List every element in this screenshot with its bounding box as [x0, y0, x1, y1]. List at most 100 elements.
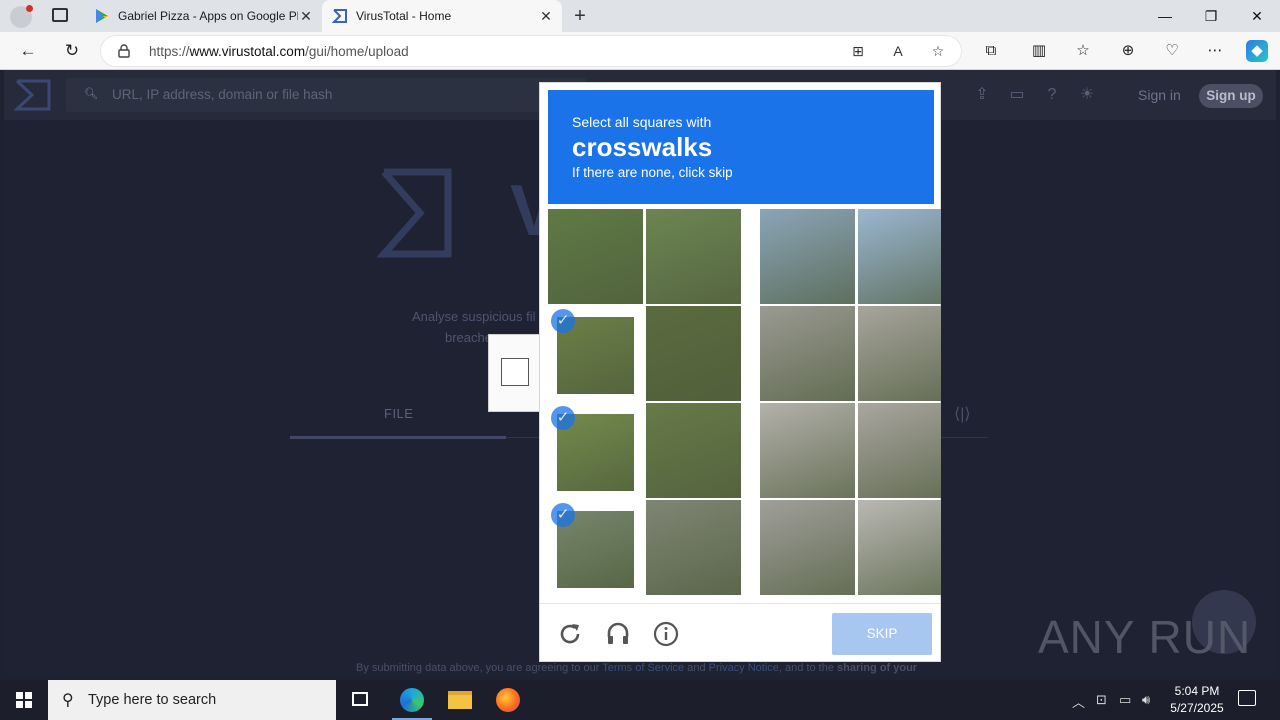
captcha-tile[interactable]: ✓: [548, 500, 643, 595]
edge-taskbar-icon[interactable]: [388, 680, 436, 720]
tab-title: VirusTotal - Home: [356, 9, 452, 23]
tile-selected-check-icon: ✓: [551, 406, 575, 430]
captcha-tile[interactable]: [760, 306, 855, 401]
sign-in-link[interactable]: Sign in: [1138, 87, 1181, 103]
terms-link[interactable]: Terms of Service: [602, 662, 684, 674]
file-explorer-icon[interactable]: [436, 680, 484, 720]
anyrun-watermark: ANY RUN: [1038, 611, 1252, 663]
read-aloud-icon[interactable]: A: [889, 43, 907, 61]
back-icon[interactable]: ←: [14, 37, 42, 65]
captcha-checkbox-widget: [488, 334, 540, 412]
more-options-icon[interactable]: ⋯: [1204, 40, 1226, 62]
collections-icon[interactable]: ⊕: [1117, 40, 1139, 62]
virustotal-icon: [332, 9, 347, 23]
skip-button[interactable]: SKIP: [832, 613, 932, 655]
captcha-tile[interactable]: [760, 403, 855, 498]
info-icon[interactable]: [652, 620, 680, 648]
network-device-icon[interactable]: ⊡: [1096, 692, 1107, 708]
captcha-challenge: Select all squares with crosswalks If th…: [539, 82, 941, 662]
captcha-tile[interactable]: [548, 209, 643, 304]
notifications-icon[interactable]: ▭: [1007, 85, 1027, 105]
search-box[interactable]: 🔍︎ URL, IP address, domain or file hash: [66, 78, 586, 112]
captcha-tile[interactable]: ✓: [548, 403, 643, 498]
active-tab-underline: [290, 436, 506, 439]
tile-image: [858, 209, 941, 304]
app-available-icon[interactable]: ⊞: [849, 43, 867, 61]
restore-button[interactable]: ❐: [1188, 0, 1234, 32]
show-hidden-icons[interactable]: ︿: [1072, 692, 1085, 711]
close-tab-icon[interactable]: ✕: [298, 8, 314, 24]
close-tab-icon[interactable]: ✕: [538, 8, 554, 24]
captcha-checkbox[interactable]: [501, 358, 529, 386]
tile-image: [646, 403, 741, 498]
search-tab-icon[interactable]: ⟨|⟩: [954, 404, 971, 424]
windows-start-icon[interactable]: [0, 680, 48, 720]
privacy-link[interactable]: Privacy Notice: [709, 662, 779, 674]
profile-avatar[interactable]: [10, 5, 33, 28]
notifications-center-icon[interactable]: [1238, 690, 1256, 706]
new-tab-icon[interactable]: +: [570, 6, 590, 26]
audio-challenge-icon[interactable]: [604, 620, 632, 648]
lock-icon: [118, 44, 130, 58]
refresh-challenge-icon[interactable]: [556, 620, 584, 648]
tile-image: [858, 500, 941, 595]
prompt-instruction: Select all squares with: [572, 114, 712, 130]
search-icon: 🔍︎: [84, 88, 98, 100]
theme-icon[interactable]: ☀: [1077, 85, 1097, 105]
tab-google-play[interactable]: Gabriel Pizza - Apps on Google Pl ✕: [84, 0, 322, 32]
tile-image: [760, 306, 855, 401]
browser-essentials-icon[interactable]: ♡: [1161, 40, 1183, 62]
extensions-icon[interactable]: ⧉: [980, 40, 1002, 62]
minimize-button[interactable]: —: [1142, 0, 1188, 32]
virustotal-logo[interactable]: [14, 78, 52, 112]
taskbar-clock[interactable]: 5:04 PM 5/27/2025: [1160, 683, 1234, 717]
upload-icon[interactable]: ⇪: [972, 85, 992, 105]
prompt-target: crosswalks: [572, 132, 713, 162]
favorite-star-icon[interactable]: ☆: [929, 43, 947, 61]
captcha-tile[interactable]: [760, 209, 855, 304]
captcha-prompt: Select all squares with crosswalks If th…: [548, 90, 934, 204]
captcha-tile[interactable]: [760, 500, 855, 595]
tile-image: [760, 500, 855, 595]
tab-actions-icon[interactable]: [52, 8, 68, 22]
captcha-tile[interactable]: [646, 209, 741, 304]
network-icon[interactable]: ▭: [1119, 692, 1131, 708]
captcha-tile[interactable]: ✓: [548, 306, 643, 401]
sign-up-button[interactable]: Sign up: [1199, 84, 1263, 108]
notification-dot: [26, 5, 33, 12]
captcha-tile[interactable]: [858, 209, 941, 304]
google-play-icon: [96, 9, 108, 23]
task-view-icon[interactable]: [336, 680, 384, 720]
favorites-icon[interactable]: ☆: [1072, 40, 1094, 62]
split-screen-icon[interactable]: ▥: [1028, 40, 1050, 62]
address-bar[interactable]: https://www.virustotal.com/gui/home/uplo…: [100, 35, 962, 67]
tile-image: [646, 209, 741, 304]
windows-taskbar: ⚲ Type here to search ︿ ⊡ ▭ 🔊︎ 5:04 PM 5…: [0, 680, 1280, 720]
tile-image: [548, 209, 643, 304]
search-icon: ⚲: [62, 692, 74, 709]
firefox-icon[interactable]: [484, 680, 532, 720]
tile-selected-check-icon: ✓: [551, 309, 575, 333]
help-icon[interactable]: ?: [1042, 85, 1062, 105]
refresh-icon[interactable]: ↻: [58, 37, 86, 65]
volume-icon[interactable]: 🔊︎: [1142, 692, 1150, 708]
taskbar-search[interactable]: ⚲ Type here to search: [48, 680, 336, 720]
close-window-button[interactable]: ✕: [1234, 0, 1280, 32]
copilot-icon[interactable]: ◆: [1246, 40, 1268, 62]
virustotal-hero-logo: V: [376, 166, 558, 267]
captcha-tile[interactable]: [858, 500, 941, 595]
tab-title: Gabriel Pizza - Apps on Google Pl: [118, 9, 298, 23]
captcha-tile[interactable]: [646, 500, 741, 595]
captcha-tile[interactable]: [858, 306, 941, 401]
tab-file[interactable]: FILE: [384, 406, 413, 421]
captcha-tile[interactable]: [646, 306, 741, 401]
terms-notice: By submitting data above, you are agreei…: [356, 662, 918, 674]
captcha-tile-grid: ✓ ✓ ✓: [548, 209, 942, 595]
tile-image: [646, 306, 741, 401]
tile-image: [858, 403, 941, 498]
tile-image: [646, 500, 741, 595]
url-text[interactable]: https://www.virustotal.com/gui/home/uplo…: [149, 44, 409, 59]
captcha-tile[interactable]: [858, 403, 941, 498]
tab-virustotal[interactable]: VirusTotal - Home ✕: [322, 0, 562, 32]
captcha-tile[interactable]: [646, 403, 741, 498]
